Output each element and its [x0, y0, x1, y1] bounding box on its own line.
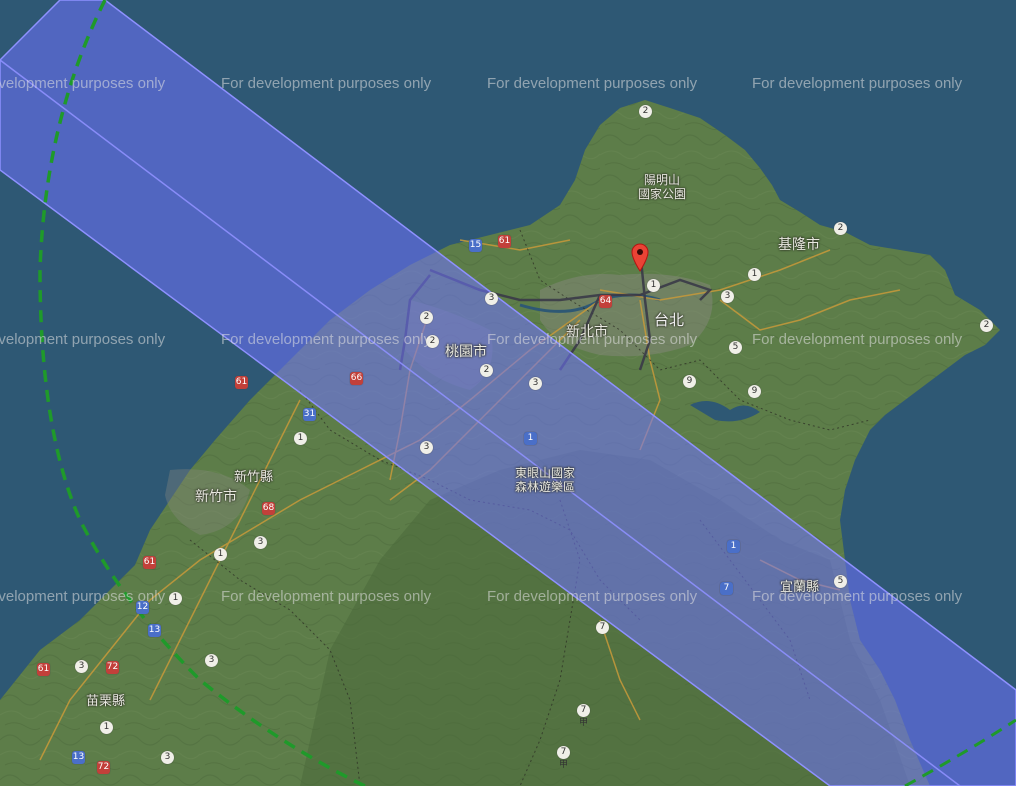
road-shield: 3 — [420, 441, 433, 454]
road-shield: 61 — [143, 556, 156, 569]
road-shield: 3 — [721, 290, 734, 303]
road-shield: 7甲 — [557, 746, 570, 770]
road-shield: 13 — [72, 751, 85, 764]
road-shield: 2 — [834, 222, 847, 235]
label-yilan-county: 宜蘭縣 — [780, 580, 820, 595]
road-shield: 7 — [720, 582, 733, 595]
label-dongyanshan: 東眼山國家 森林遊樂區 — [515, 466, 575, 494]
road-shield: 3 — [485, 292, 498, 305]
road-shield: 2 — [420, 311, 433, 324]
label-dongyanshan-line2: 森林遊樂區 — [515, 480, 576, 494]
road-shield: 3 — [254, 536, 267, 549]
road-shield: 1 — [524, 432, 537, 445]
label-new-taipei: 新北市 — [566, 324, 608, 340]
map-base — [0, 0, 1016, 786]
label-yangmingshan: 陽明山 國家公園 — [638, 173, 686, 201]
road-shield: 1 — [100, 721, 113, 734]
label-taoyuan: 桃園市 — [445, 344, 487, 360]
label-yangmingshan-line2: 國家公園 — [638, 187, 687, 201]
road-shield: 3 — [205, 654, 218, 667]
map-pin-icon[interactable] — [630, 242, 650, 272]
road-shield: 9 — [683, 375, 696, 388]
road-shield: 2 — [426, 335, 439, 348]
road-shield: 61 — [498, 235, 511, 248]
road-shield: 64 — [599, 295, 612, 308]
label-miaoli-county: 苗栗縣 — [86, 694, 126, 709]
road-shield: 61 — [235, 376, 248, 389]
road-shield: 61 — [37, 663, 50, 676]
road-shield: 3 — [161, 751, 174, 764]
label-taipei: 台北 — [654, 311, 685, 329]
label-hsinchu-city: 新竹市 — [195, 489, 237, 505]
road-shield: 7 — [596, 621, 609, 634]
road-shield: 1 — [748, 268, 761, 281]
road-shield: 1 — [169, 592, 182, 605]
road-shield: 31 — [303, 408, 316, 421]
road-shield: 72 — [97, 761, 110, 774]
road-shield: 15 — [469, 239, 482, 252]
road-shield: 2 — [480, 364, 493, 377]
road-shield: 1 — [727, 540, 740, 553]
label-dongyanshan-line1: 東眼山國家 — [515, 466, 576, 480]
road-shield: 9 — [748, 385, 761, 398]
road-shield: 2 — [980, 319, 993, 332]
label-yangmingshan-line1: 陽明山 — [644, 173, 681, 187]
road-shield: 3 — [75, 660, 88, 673]
road-shield: 72 — [106, 661, 119, 674]
road-shield: 5 — [729, 341, 742, 354]
road-shield: 13 — [148, 624, 161, 637]
road-shield: 7甲 — [577, 704, 590, 728]
road-shield: 3 — [529, 377, 542, 390]
road-shield: 1 — [647, 279, 660, 292]
label-keelung: 基隆市 — [778, 237, 820, 253]
road-shield: 2 — [639, 105, 652, 118]
label-hsinchu-county: 新竹縣 — [234, 470, 274, 485]
road-shield: 1 — [294, 432, 307, 445]
road-shield: 66 — [350, 372, 363, 385]
map-view[interactable]: 陽明山 國家公園 基隆市 新北市 台北 桃園市 新竹縣 新竹市 苗栗縣 東眼山國… — [0, 0, 1016, 786]
road-shield: 12 — [136, 601, 149, 614]
road-shield: 5 — [834, 575, 847, 588]
road-shield: 1 — [214, 548, 227, 561]
road-shield: 68 — [262, 502, 275, 515]
